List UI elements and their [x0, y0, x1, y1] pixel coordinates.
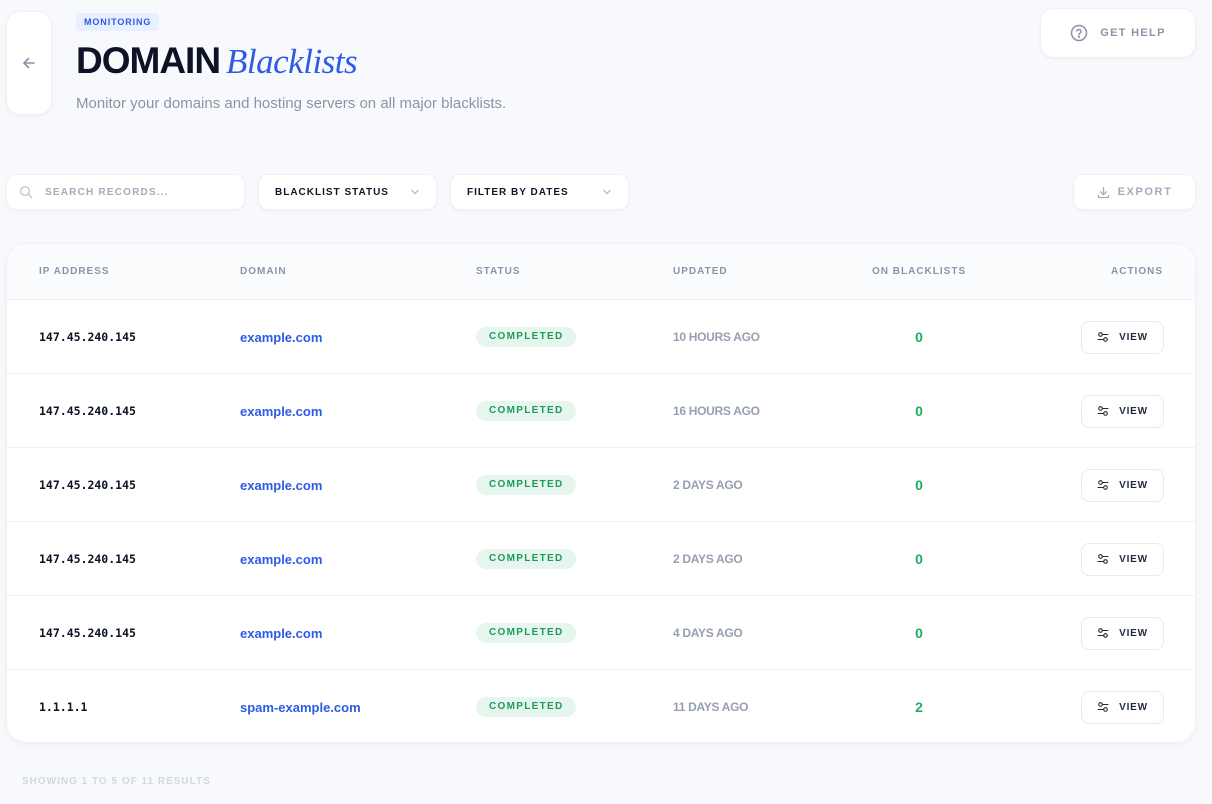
sliders-icon [1097, 627, 1109, 639]
status-badge: COMPLETED [476, 401, 577, 421]
chevron-down-icon [410, 187, 420, 197]
view-button[interactable]: VIEW [1081, 320, 1164, 354]
updated-time: 2 DAYS AGO [673, 552, 743, 566]
sliders-icon [1097, 405, 1109, 417]
export-button[interactable]: EXPORT [1073, 174, 1196, 210]
column-header-domain: DOMAIN [240, 266, 287, 277]
ip-address: 147.45.240.145 [39, 478, 136, 492]
blacklist-count: 0 [915, 551, 923, 567]
blacklist-status-label: BLACKLIST STATUS [275, 186, 389, 198]
updated-time: 16 HOURS AGO [673, 404, 760, 418]
filter-dates-dropdown[interactable]: FILTER BY DATES [450, 174, 629, 210]
view-label: VIEW [1119, 553, 1148, 565]
back-button[interactable] [6, 11, 52, 115]
sliders-icon [1097, 553, 1109, 565]
chevron-down-icon [602, 187, 612, 197]
updated-time: 11 DAYS AGO [673, 700, 749, 714]
pagination-summary: SHOWING 1 TO 5 OF 11 RESULTS [22, 776, 211, 787]
search-input[interactable] [45, 186, 215, 198]
column-header-updated: UPDATED [673, 266, 728, 277]
ip-address: 147.45.240.145 [39, 330, 136, 344]
sliders-icon [1097, 331, 1109, 343]
column-header-ip: IP ADDRESS [39, 266, 110, 277]
blacklist-count: 0 [915, 625, 923, 641]
search-icon [19, 185, 33, 199]
view-label: VIEW [1119, 405, 1148, 417]
status-badge: COMPLETED [476, 327, 577, 347]
updated-time: 10 HOURS AGO [673, 330, 760, 344]
search-box [6, 174, 245, 210]
domain-link[interactable]: example.com [240, 374, 322, 448]
column-header-on-blacklists: ON BLACKLISTS [872, 266, 967, 277]
table-row: 147.45.240.145 example.com COMPLETED 10 … [7, 300, 1195, 374]
download-icon [1097, 186, 1110, 199]
get-help-label: GET HELP [1100, 27, 1166, 39]
page-title: DOMAIN Blacklists [76, 40, 358, 86]
view-button[interactable]: VIEW [1081, 394, 1164, 428]
view-label: VIEW [1119, 479, 1148, 491]
blacklist-count: 2 [915, 699, 923, 715]
view-label: VIEW [1119, 331, 1148, 343]
table-row: 1.1.1.1 spam-example.com COMPLETED 11 DA… [7, 670, 1195, 742]
status-badge: COMPLETED [476, 549, 577, 569]
blacklist-count: 0 [915, 403, 923, 419]
view-label: VIEW [1119, 701, 1148, 713]
status-badge: COMPLETED [476, 697, 577, 717]
domain-link[interactable]: example.com [240, 522, 322, 596]
section-badge: MONITORING [76, 13, 160, 31]
column-header-status: STATUS [476, 266, 521, 277]
filter-dates-label: FILTER BY DATES [467, 186, 569, 198]
ip-address: 1.1.1.1 [39, 700, 88, 714]
status-badge: COMPLETED [476, 475, 577, 495]
export-label: EXPORT [1117, 186, 1173, 198]
results-table: IP ADDRESS DOMAIN STATUS UPDATED ON BLAC… [6, 243, 1196, 743]
table-header: IP ADDRESS DOMAIN STATUS UPDATED ON BLAC… [7, 244, 1195, 300]
sliders-icon [1097, 479, 1109, 491]
domain-link[interactable]: spam-example.com [240, 670, 361, 742]
view-label: VIEW [1119, 627, 1148, 639]
domain-link[interactable]: example.com [240, 448, 322, 522]
page-title-strong: DOMAIN [76, 40, 221, 81]
updated-time: 4 DAYS AGO [673, 626, 743, 640]
blacklist-count: 0 [915, 329, 923, 345]
view-button[interactable]: VIEW [1081, 468, 1164, 502]
get-help-button[interactable]: GET HELP [1040, 8, 1196, 58]
status-badge: COMPLETED [476, 623, 577, 643]
column-header-actions: ACTIONS [1111, 266, 1163, 277]
page-subtitle: Monitor your domains and hosting servers… [76, 95, 507, 112]
view-button[interactable]: VIEW [1081, 690, 1164, 724]
view-button[interactable]: VIEW [1081, 542, 1164, 576]
ip-address: 147.45.240.145 [39, 404, 136, 418]
domain-link[interactable]: example.com [240, 596, 322, 670]
blacklist-status-dropdown[interactable]: BLACKLIST STATUS [258, 174, 437, 210]
table-row: 147.45.240.145 example.com COMPLETED 2 D… [7, 522, 1195, 596]
updated-time: 2 DAYS AGO [673, 478, 743, 492]
domain-link[interactable]: example.com [240, 300, 322, 374]
arrow-left-icon [21, 55, 37, 71]
sliders-icon [1097, 701, 1109, 713]
table-row: 147.45.240.145 example.com COMPLETED 4 D… [7, 596, 1195, 670]
ip-address: 147.45.240.145 [39, 626, 136, 640]
ip-address: 147.45.240.145 [39, 552, 136, 566]
table-row: 147.45.240.145 example.com COMPLETED 2 D… [7, 448, 1195, 522]
view-button[interactable]: VIEW [1081, 616, 1164, 650]
page-title-italic: Blacklists [226, 42, 358, 81]
table-row: 147.45.240.145 example.com COMPLETED 16 … [7, 374, 1195, 448]
blacklist-count: 0 [915, 477, 923, 493]
help-circle-icon [1070, 24, 1088, 42]
